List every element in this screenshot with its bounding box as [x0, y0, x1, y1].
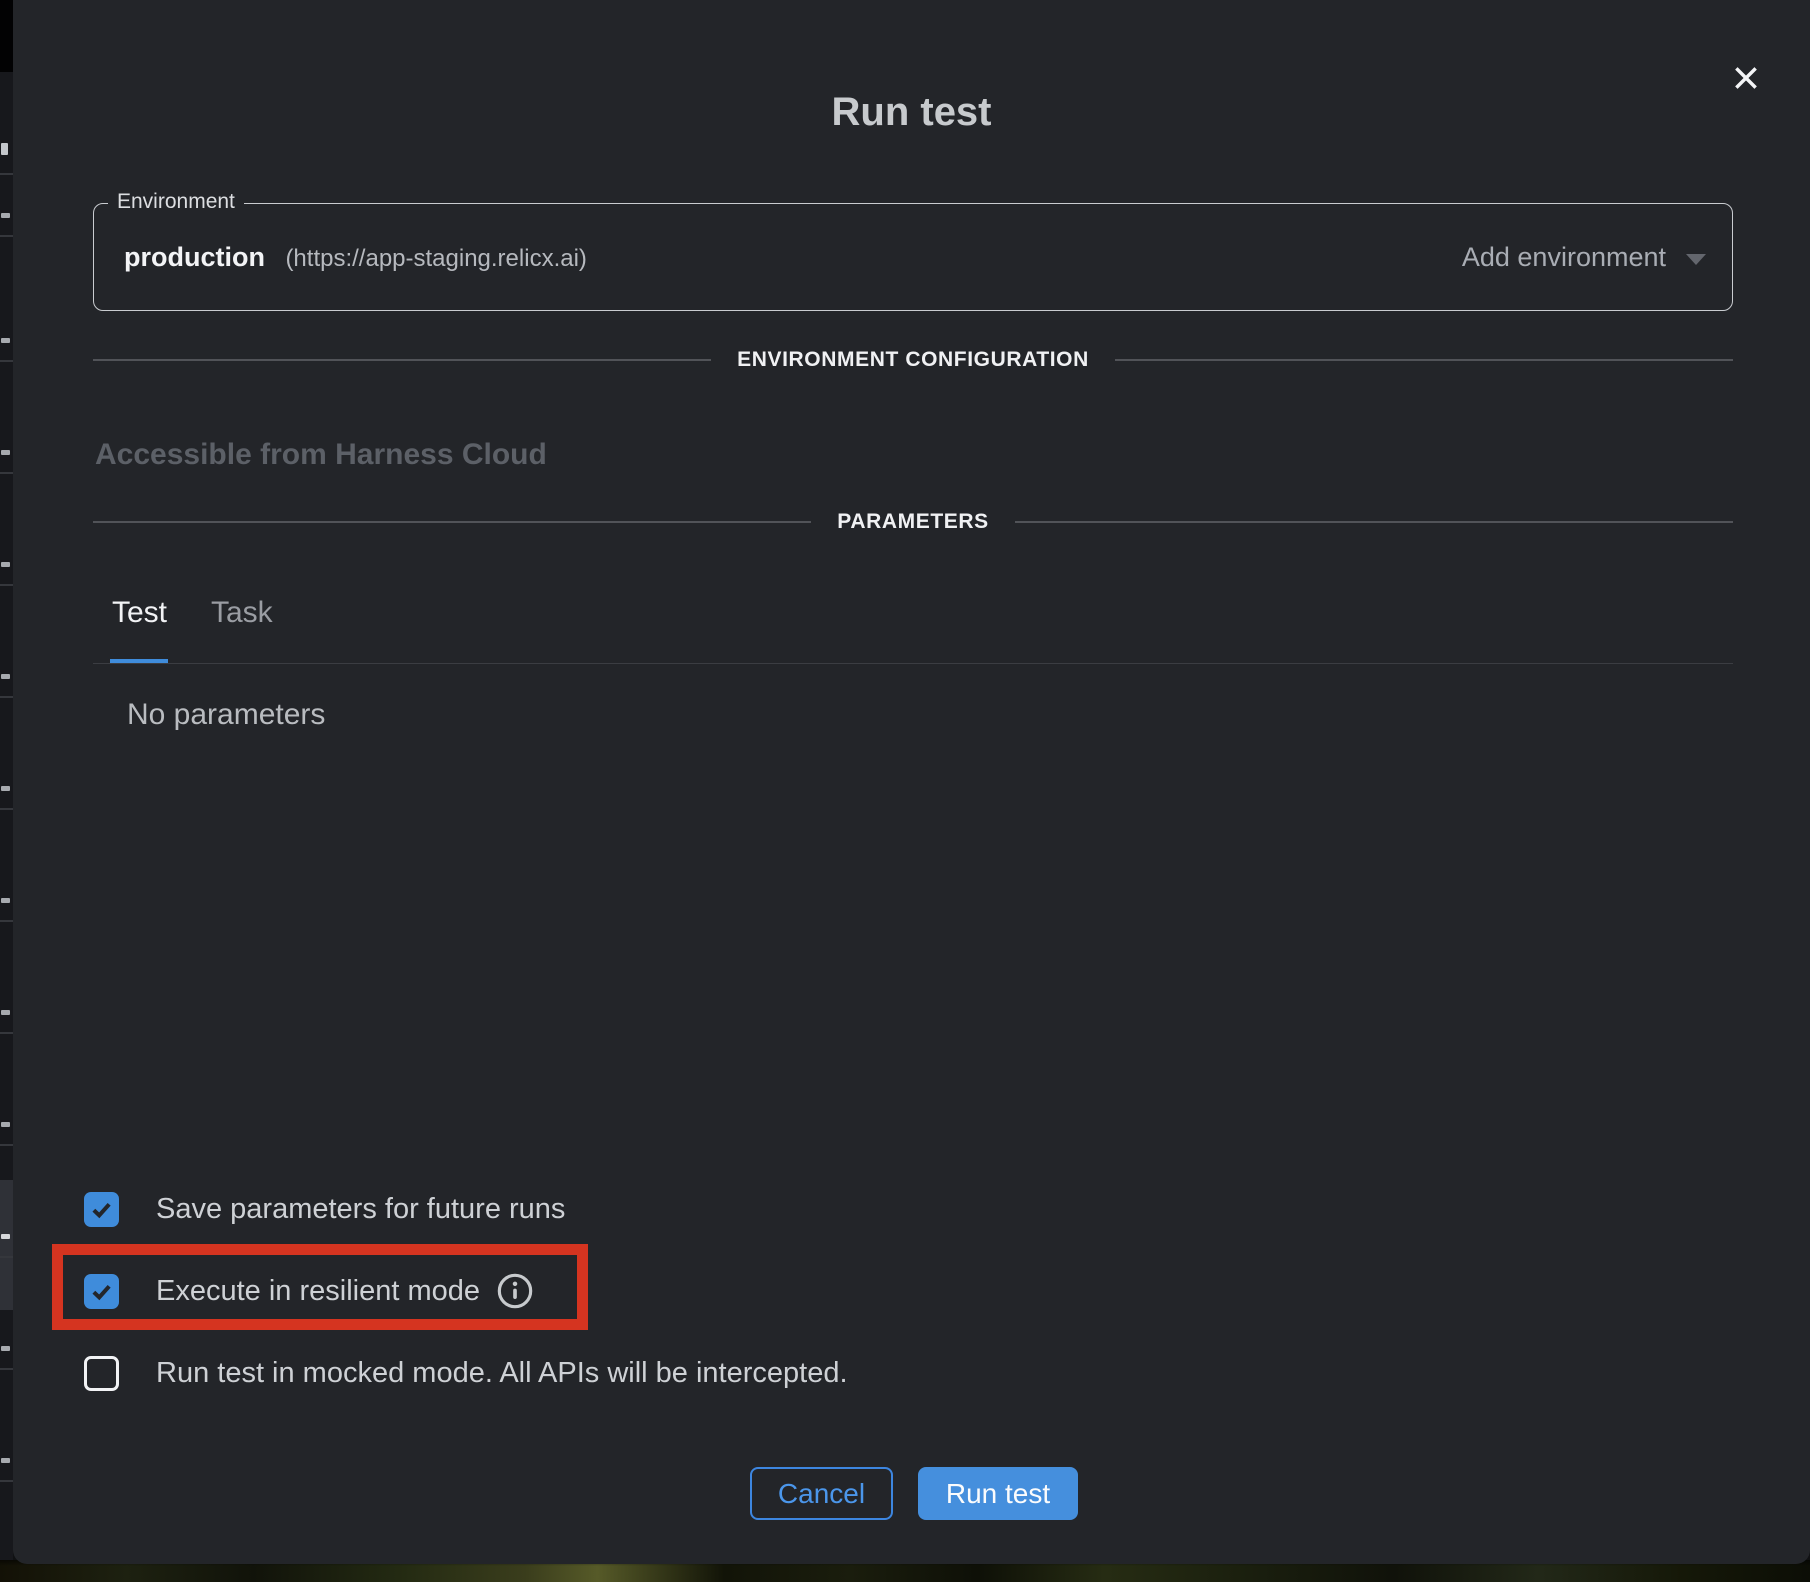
environment-name: production [124, 242, 265, 272]
background-page-sliver [0, 0, 13, 1564]
section-divider-parameters: PARAMETERS [93, 509, 1733, 535]
mocked-mode-row: Run test in mocked mode. All APIs will b… [84, 1355, 848, 1391]
environment-value: production (https://app-staging.relicx.a… [124, 242, 587, 273]
tab-task[interactable]: Task [211, 596, 273, 630]
info-icon[interactable] [495, 1271, 535, 1311]
checkbox-label: Run test in mocked mode. All APIs will b… [156, 1357, 848, 1390]
checkbox-label: Execute in resilient mode [156, 1275, 480, 1308]
environment-url: (https://app-staging.relicx.ai) [285, 245, 586, 272]
save-parameters-checkbox[interactable] [84, 1192, 119, 1227]
run-test-dialog: Run test Environment production (https:/… [13, 0, 1810, 1564]
resilient-mode-checkbox[interactable] [84, 1274, 119, 1309]
close-x-glyph [1731, 63, 1761, 93]
section-title: ENVIRONMENT CONFIGURATION [737, 348, 1089, 372]
cancel-button[interactable]: Cancel [750, 1467, 893, 1520]
section-title: PARAMETERS [837, 510, 988, 534]
run-test-button[interactable]: Run test [918, 1467, 1078, 1520]
screen: Run test Environment production (https:/… [0, 0, 1810, 1582]
divider-line [1115, 359, 1733, 361]
add-environment-label: Add environment [1462, 242, 1666, 273]
divider-line [1015, 521, 1733, 523]
tab-test[interactable]: Test [112, 596, 167, 630]
chevron-down-icon [1686, 254, 1706, 265]
background-header-strip [0, 0, 13, 72]
environment-select[interactable]: Environment production (https://app-stag… [93, 203, 1733, 311]
resilient-mode-row: Execute in resilient mode [84, 1273, 535, 1309]
divider-line [93, 359, 711, 361]
section-divider-environment-configuration: ENVIRONMENT CONFIGURATION [93, 347, 1733, 373]
divider-line [93, 521, 811, 523]
accessible-from-harness-cloud-note: Accessible from Harness Cloud [95, 438, 547, 472]
dialog-title: Run test [13, 90, 1810, 135]
save-parameters-row: Save parameters for future runs [84, 1191, 565, 1227]
background-selected-row [0, 1180, 13, 1310]
checkmark-icon [88, 1278, 115, 1305]
empty-state-text: No parameters [127, 698, 325, 732]
checkmark-icon [88, 1196, 115, 1223]
add-environment-dropdown[interactable]: Add environment [1462, 242, 1706, 273]
mocked-mode-checkbox[interactable] [84, 1356, 119, 1391]
checkbox-label: Save parameters for future runs [156, 1193, 565, 1226]
tabs-baseline [93, 663, 1733, 665]
environment-legend: Environment [108, 190, 244, 214]
